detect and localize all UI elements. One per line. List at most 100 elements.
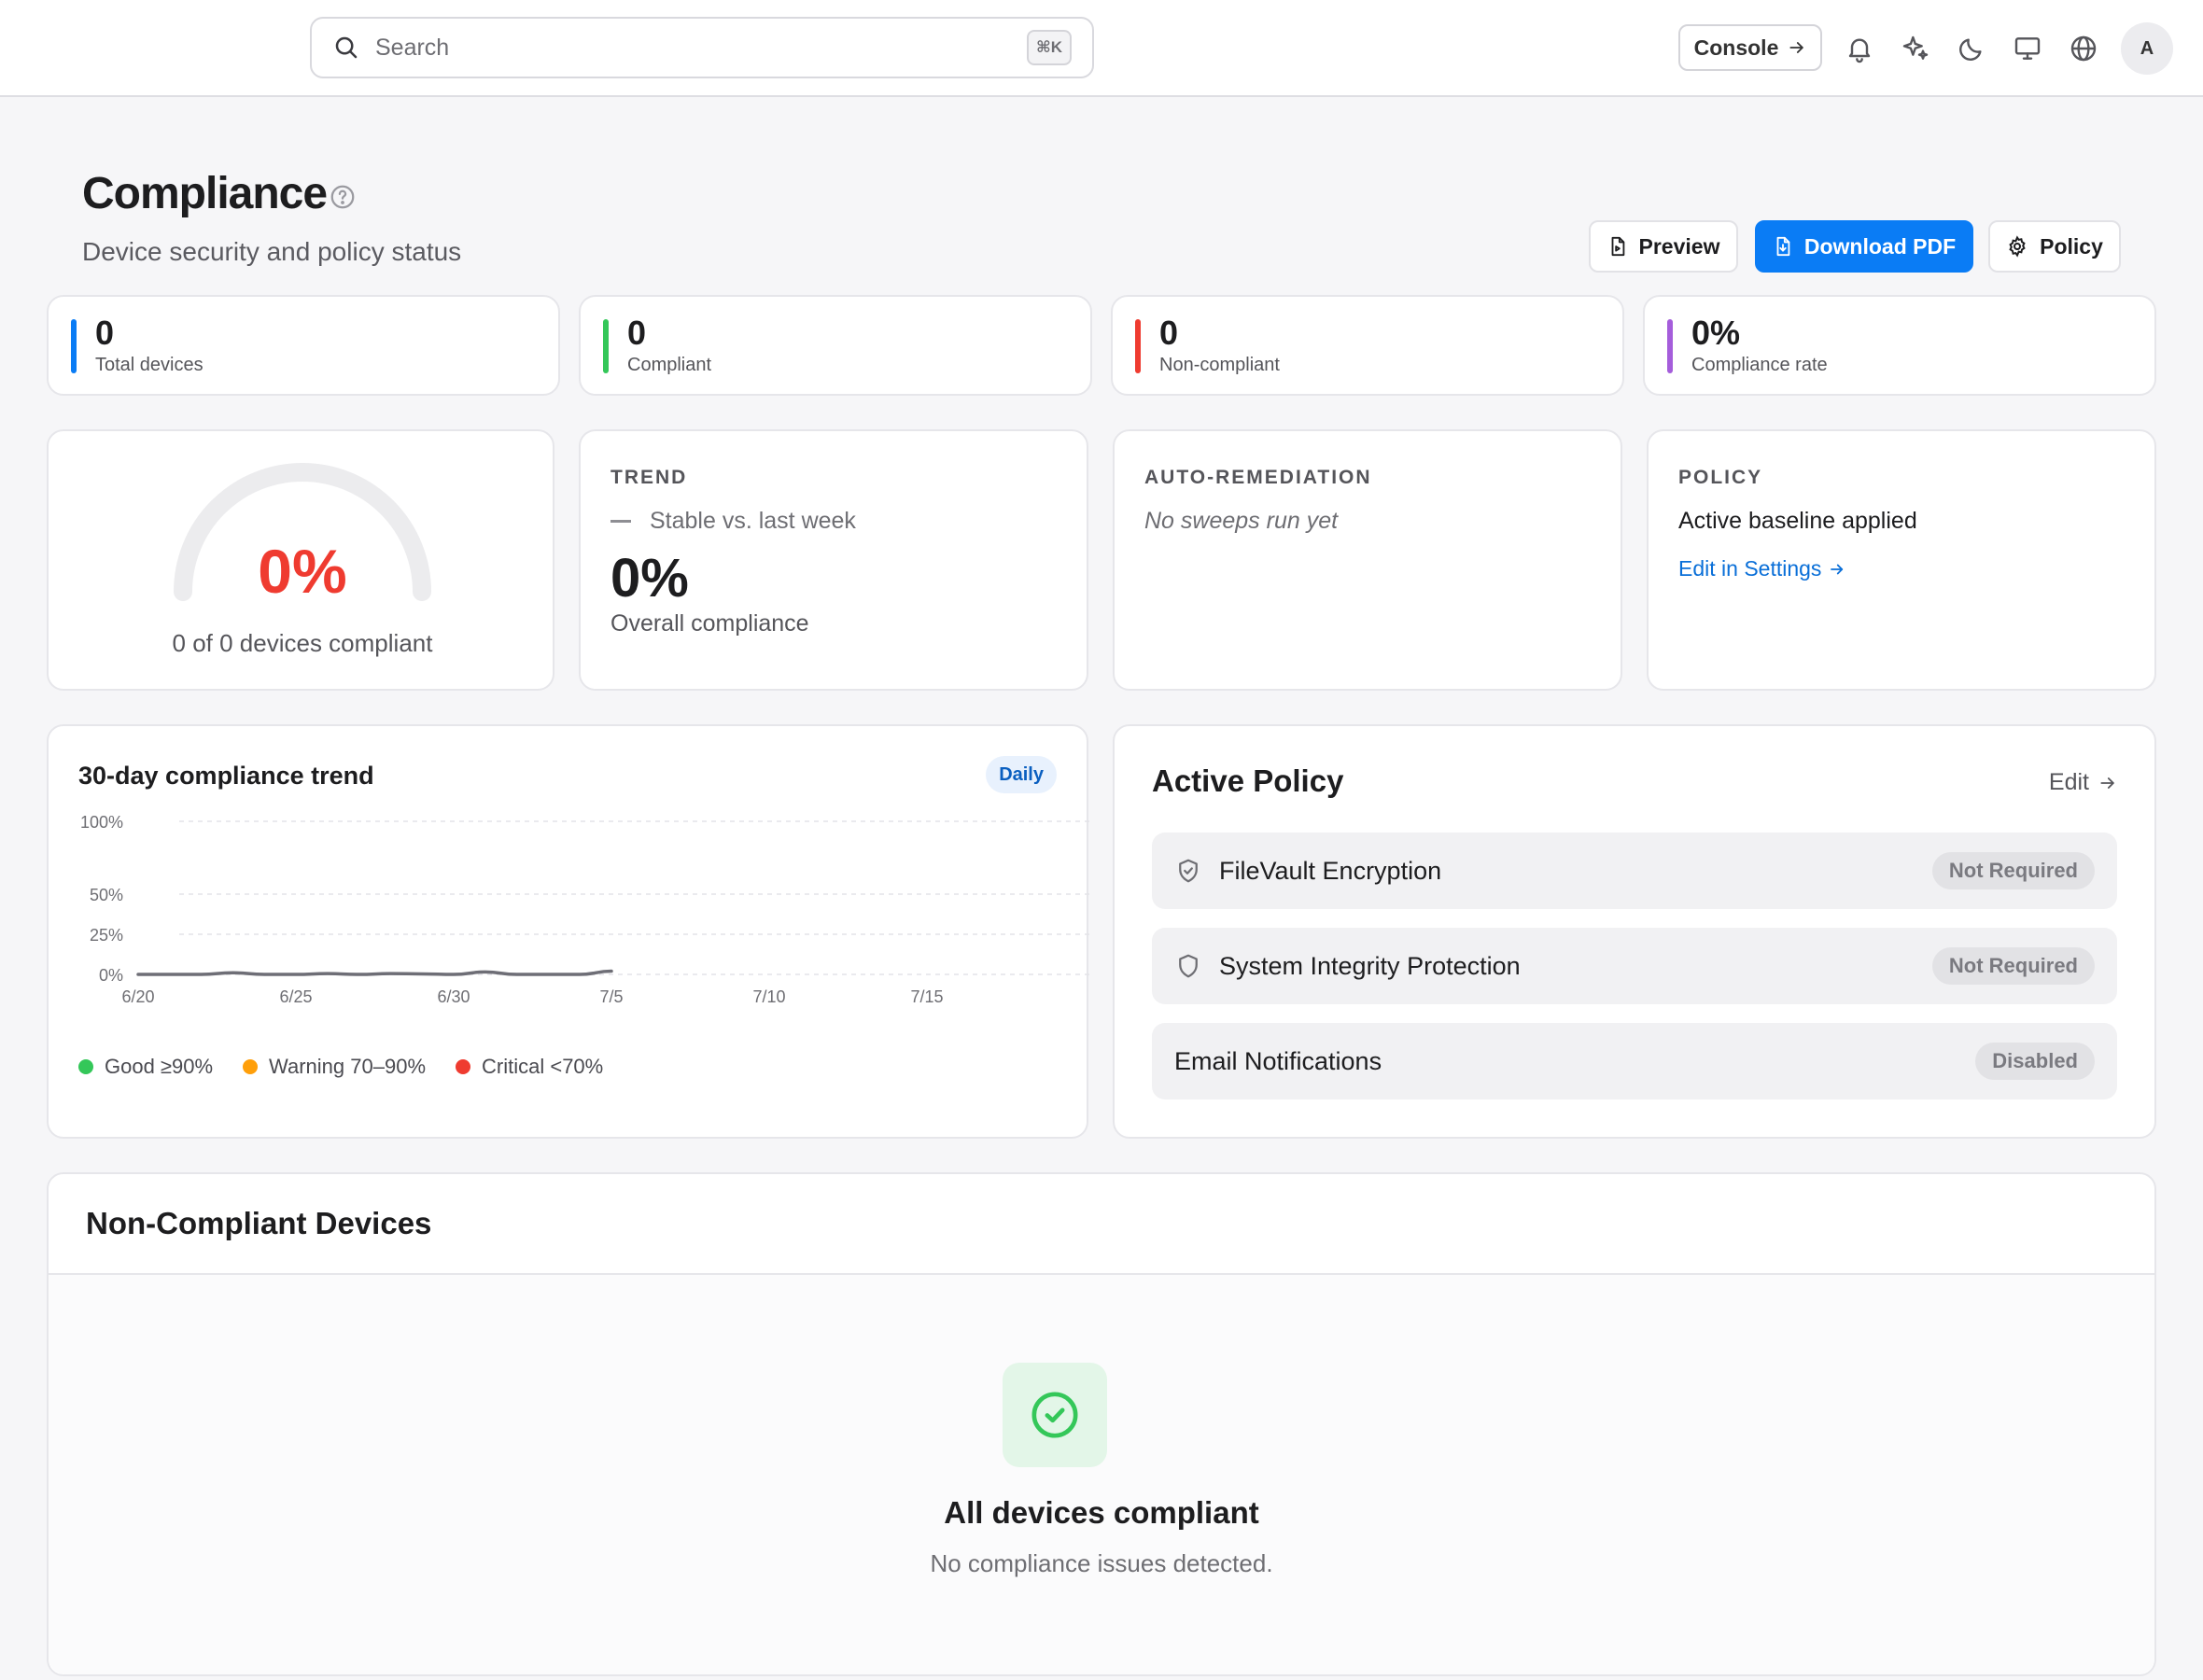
stat-label: Compliance rate: [1691, 355, 1828, 375]
stat-accent-bar: [603, 319, 609, 373]
policy-row-label: FileVault Encryption: [1219, 856, 1442, 885]
stat-accent-bar: [71, 319, 77, 373]
stat-label: Non-compliant: [1159, 355, 1280, 375]
auto-remediation-eyebrow: AUTO-REMEDIATION: [1144, 467, 1372, 488]
legend-label: Critical <70%: [482, 1055, 604, 1078]
legend-item-good: Good ≥90%: [78, 1055, 213, 1079]
x-tick-label: 7/15: [910, 987, 943, 1006]
file-icon: [1607, 235, 1628, 258]
page-subtitle: Device security and policy status: [82, 237, 462, 266]
stat-value: 0: [1159, 314, 1179, 352]
gear-icon: [2006, 235, 2028, 258]
empty-state-badge: [1003, 1363, 1107, 1467]
dash-icon: [610, 520, 631, 523]
gauge-card: 0% 0 of 0 devices compliant: [47, 429, 554, 691]
y-tick-label: 0%: [99, 966, 123, 985]
download-label: Download PDF: [1803, 233, 1957, 259]
stat-value: 0: [627, 314, 647, 352]
edit-label: Edit: [2048, 769, 2089, 795]
stat-label: Compliant: [627, 355, 712, 375]
active-policy-edit-link[interactable]: Edit: [2049, 769, 2117, 796]
chart-title: 30-day compliance trend: [78, 762, 374, 790]
empty-state-subtitle: No compliance issues detected.: [930, 1549, 1273, 1577]
trend-chart-card: 30-day compliance trend Daily 100% 50% 25%…: [47, 724, 1090, 1139]
legend-item-warning: Warning 70–90%: [243, 1055, 426, 1079]
check-circle-icon: [1029, 1389, 1081, 1441]
help-icon[interactable]: [329, 183, 357, 211]
legend-label: Warning 70–90%: [269, 1055, 427, 1078]
x-tick-label: 6/25: [279, 987, 312, 1006]
globe-icon[interactable]: [2069, 34, 2098, 63]
policy-row-label: Email Notifications: [1174, 1046, 1382, 1075]
x-tick-label: 7/10: [752, 987, 785, 1006]
active-policy-title: Active Policy: [1152, 763, 1344, 798]
y-tick-label: 50%: [90, 886, 123, 904]
search-input[interactable]: Search ⌘K: [310, 17, 1094, 78]
arrow-right-icon: [1829, 561, 1845, 578]
gauge-value: 0%: [258, 537, 347, 606]
daily-badge[interactable]: Daily: [986, 756, 1057, 793]
legend-dot-warning: [243, 1059, 259, 1074]
sparkles-icon[interactable]: [1901, 34, 1930, 63]
auto-remediation-note: No sweeps run yet: [1144, 508, 1339, 534]
trend-caption: Overall compliance: [610, 610, 809, 637]
status-badge: Not Required: [1931, 947, 2095, 985]
x-tick-label: 7/5: [599, 987, 623, 1006]
trend-delta-text: Stable vs. last week: [650, 508, 856, 534]
stat-accent-bar: [1135, 319, 1141, 373]
shield-check-icon: [1174, 857, 1202, 885]
console-label: Console: [1693, 35, 1779, 60]
stat-card-total: 0 Total devices: [47, 295, 560, 396]
empty-state-area: [49, 1275, 2154, 1674]
status-badge: Not Required: [1931, 852, 2095, 889]
legend-dot-critical: [456, 1059, 471, 1074]
preview-button[interactable]: Preview: [1589, 220, 1738, 273]
policy-eyebrow: POLICY: [1678, 467, 1763, 488]
bell-icon[interactable]: [1845, 34, 1874, 63]
stat-value: 0%: [1691, 314, 1741, 352]
policy-row-sip[interactable]: System Integrity Protection Not Required: [1152, 928, 2117, 1004]
stat-card-non-compliant: 0 Non-compliant: [1111, 295, 1624, 396]
y-tick-label: 100%: [80, 813, 123, 832]
avatar[interactable]: A: [2121, 22, 2173, 75]
status-badge: Disabled: [1975, 1043, 2095, 1080]
stat-accent-bar: [1667, 319, 1673, 373]
series-line: [136, 969, 613, 976]
preview-label: Preview: [1638, 233, 1720, 259]
policy-status-text: Active baseline applied: [1678, 508, 1917, 534]
active-policy-card: Active Policy Edit FileVault Encryption …: [1113, 724, 2156, 1139]
chart-legend: Good ≥90% Warning 70–90% Critical <70%: [78, 1055, 603, 1079]
legend-label: Good ≥90%: [105, 1055, 214, 1078]
policy-row-label: System Integrity Protection: [1219, 951, 1521, 980]
non-compliant-title: Non-Compliant Devices: [86, 1206, 432, 1240]
stat-card-rate: 0% Compliance rate: [1643, 295, 2156, 396]
arrow-right-icon: [2098, 774, 2117, 792]
download-pdf-button[interactable]: Download PDF: [1755, 220, 1973, 273]
compliance-line-chart: 100% 50% 25% 0% 6/20 6/25 6/30 7/5 7/10 7/15: [80, 813, 1090, 1006]
page-title: Compliance: [82, 169, 328, 218]
legend-dot-good: [78, 1059, 93, 1074]
edit-in-settings-label: Edit in Settings: [1678, 556, 1822, 581]
y-tick-label: 25%: [90, 926, 123, 945]
file-download-icon: [1773, 235, 1793, 258]
search-shortcut: ⌘K: [1027, 30, 1072, 65]
top-bar: Search ⌘K Console A: [0, 0, 2203, 97]
legend-item-critical: Critical <70%: [456, 1055, 603, 1079]
x-tick-label: 6/20: [121, 987, 154, 1006]
policy-row-filevault[interactable]: FileVault Encryption Not Required: [1152, 833, 2117, 909]
trend-delta: Stable vs. last week: [610, 508, 856, 535]
policy-label: Policy: [2040, 233, 2103, 259]
gauge-caption: 0 of 0 devices compliant: [172, 629, 433, 657]
auto-remediation-card: AUTO-REMEDIATION No sweeps run yet: [1113, 429, 1622, 691]
console-button[interactable]: Console: [1678, 24, 1822, 71]
monitor-icon[interactable]: [2013, 34, 2042, 63]
stat-label: Total devices: [95, 355, 203, 375]
edit-in-settings-link[interactable]: Edit in Settings: [1678, 556, 1845, 581]
moon-icon[interactable]: [1957, 34, 1986, 63]
x-tick-label: 6/30: [437, 987, 470, 1006]
policy-button[interactable]: Policy: [1988, 220, 2121, 273]
arrow-right-icon: [1788, 38, 1806, 57]
policy-row-email[interactable]: Email Notifications Disabled: [1152, 1023, 2117, 1099]
trend-eyebrow: TREND: [610, 467, 688, 488]
empty-state-title: All devices compliant: [944, 1495, 1259, 1530]
